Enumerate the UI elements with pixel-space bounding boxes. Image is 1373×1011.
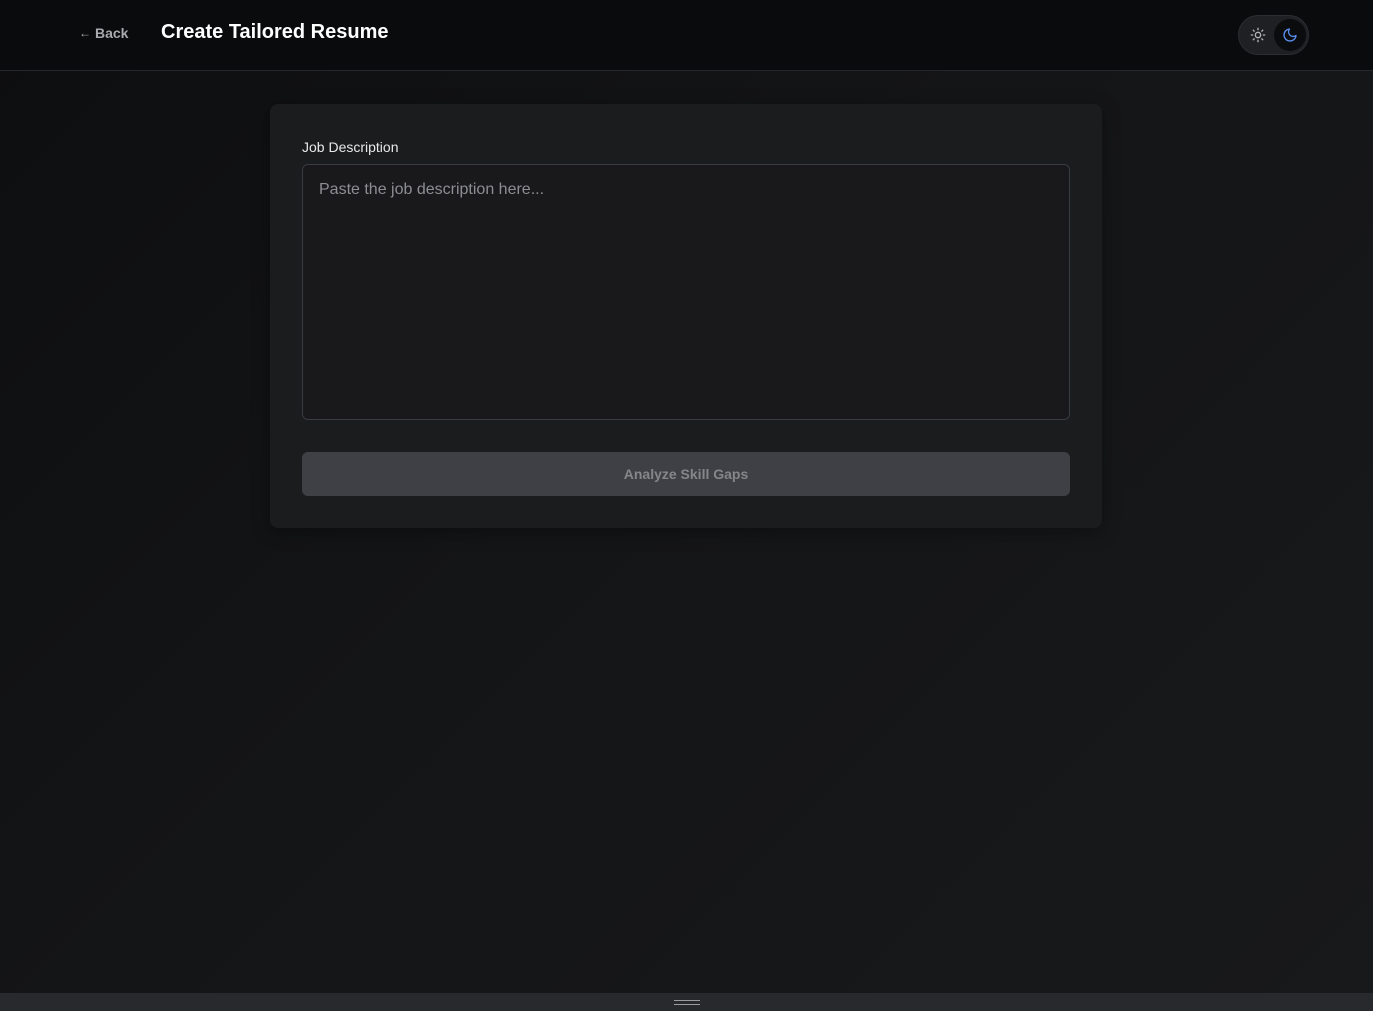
back-button[interactable]: ← Back — [79, 25, 128, 41]
bottom-panel-bar — [0, 993, 1373, 1011]
sun-icon — [1250, 27, 1266, 43]
analyze-skill-gaps-button[interactable]: Analyze Skill Gaps — [302, 452, 1070, 496]
top-bar: ← Back Create Tailored Resume — [0, 0, 1373, 71]
theme-toggle[interactable] — [1238, 15, 1309, 55]
drag-handle-icon[interactable] — [674, 1000, 700, 1006]
page-title: Create Tailored Resume — [161, 21, 389, 43]
back-label: Back — [95, 25, 129, 41]
resume-form-card: Job Description Analyze Skill Gaps — [270, 104, 1102, 528]
back-arrow-icon: ← — [79, 26, 91, 40]
job-description-input[interactable] — [302, 164, 1070, 420]
moon-icon — [1283, 28, 1297, 42]
job-description-label: Job Description — [302, 139, 399, 155]
light-theme-button[interactable] — [1242, 19, 1274, 51]
dark-theme-button[interactable] — [1274, 19, 1306, 51]
